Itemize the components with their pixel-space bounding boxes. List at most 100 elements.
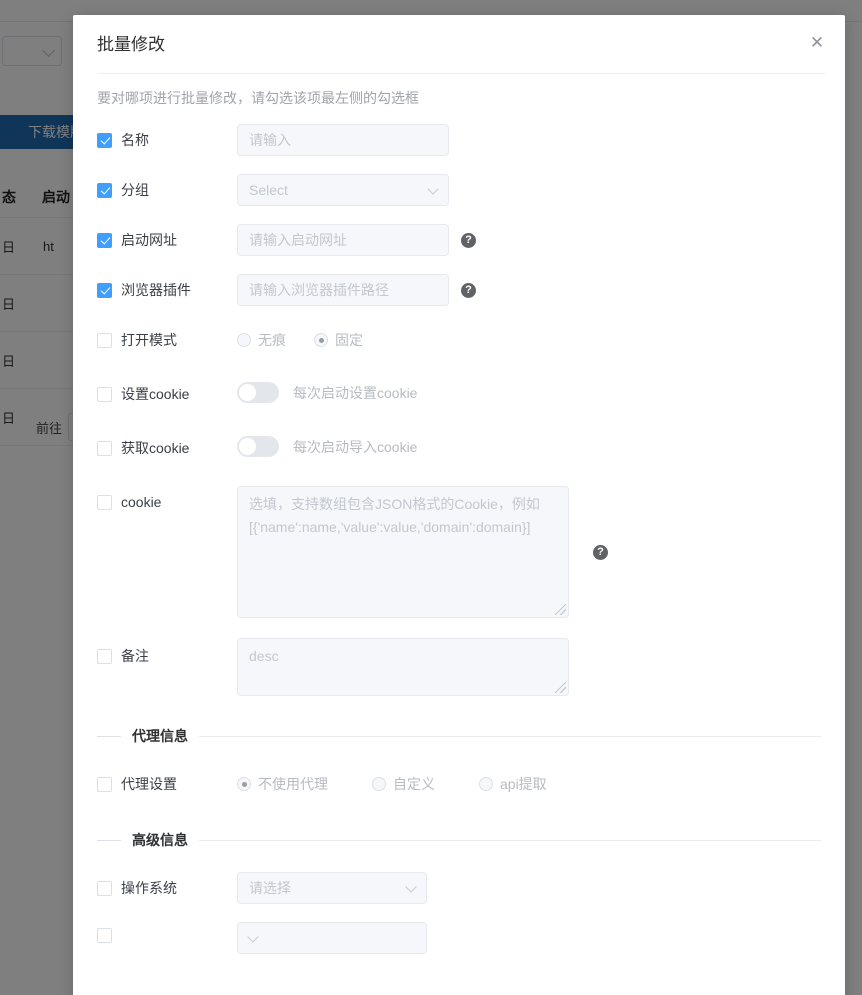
divider-line-left — [97, 840, 121, 841]
toggle-label: 每次启动设置cookie — [293, 383, 417, 403]
field-row-start-url: 启动网址 请输入启动网址 ? — [97, 224, 821, 256]
browser-plugin-input[interactable]: 请输入浏览器插件路径 — [237, 274, 449, 306]
section-title: 代理信息 — [132, 726, 188, 746]
field-control: 请输入启动网址 ? — [237, 224, 476, 256]
dialog-title: 批量修改 — [97, 33, 825, 57]
field-label-group: 获取cookie — [97, 432, 237, 458]
field-label: 启动网址 — [121, 230, 177, 250]
field-label: 分组 — [121, 180, 149, 200]
divider-line-left — [97, 736, 121, 737]
radio-proxy-api[interactable]: api提取 — [479, 774, 547, 794]
checkbox-group[interactable] — [97, 183, 112, 198]
close-icon[interactable]: ✕ — [805, 31, 829, 55]
field-control: 无痕 固定 — [237, 324, 363, 350]
checkbox-remark[interactable] — [97, 649, 112, 664]
radio-open-mode-incognito[interactable]: 无痕 — [237, 330, 286, 350]
field-label: 名称 — [121, 130, 149, 150]
field-control: 选填，支持数组包含JSON格式的Cookie，例如[{'name':name,'… — [237, 486, 608, 618]
field-control: 不使用代理 自定义 api提取 — [237, 768, 547, 794]
radio-label: 自定义 — [393, 774, 435, 794]
divider-line-right — [199, 736, 821, 737]
field-row-name: 名称 请输入 — [97, 124, 821, 156]
radio-dot — [237, 777, 251, 791]
partial-select[interactable] — [237, 922, 427, 954]
field-row-partial — [97, 922, 821, 954]
field-row-cookie: cookie 选填，支持数组包含JSON格式的Cookie，例如[{'name'… — [97, 486, 821, 618]
radio-label: 不使用代理 — [258, 774, 328, 794]
dialog-header: 批量修改 ✕ — [73, 15, 845, 74]
checkbox-proxy-setting[interactable] — [97, 777, 112, 792]
field-control: 每次启动导入cookie — [237, 432, 417, 457]
radio-open-mode-fixed[interactable]: 固定 — [314, 330, 363, 350]
field-row-open-mode: 打开模式 无痕 固定 — [97, 324, 821, 356]
radio-proxy-none[interactable]: 不使用代理 — [237, 774, 328, 794]
radio-dot — [479, 777, 493, 791]
help-icon[interactable]: ? — [461, 233, 476, 248]
header-divider — [97, 73, 825, 74]
field-label-group: 名称 — [97, 124, 237, 150]
checkbox-cookie[interactable] — [97, 495, 112, 510]
start-url-input[interactable]: 请输入启动网址 — [237, 224, 449, 256]
checkbox-browser-plugin[interactable] — [97, 283, 112, 298]
group-select[interactable]: Select — [237, 174, 449, 206]
field-label: 浏览器插件 — [121, 280, 191, 300]
field-row-browser-plugin: 浏览器插件 请输入浏览器插件路径 ? — [97, 274, 821, 306]
chevron-down-icon — [247, 931, 258, 942]
screen: 下载模版 态 启动 日 ht 日 日 日 前往 — [0, 0, 862, 995]
dialog-subtitle: 要对哪项进行批量修改，请勾选该项最左侧的勾选框 — [73, 74, 845, 108]
field-control — [237, 922, 427, 954]
field-label-group: 打开模式 — [97, 324, 237, 350]
help-icon[interactable]: ? — [461, 283, 476, 298]
checkbox-open-mode[interactable] — [97, 333, 112, 348]
field-label-group: 分组 — [97, 174, 237, 200]
field-row-proxy-setting: 代理设置 不使用代理 自定义 api提取 — [97, 768, 821, 800]
cookie-textarea[interactable]: 选填，支持数组包含JSON格式的Cookie，例如[{'name':name,'… — [237, 486, 569, 618]
field-label-group: 设置cookie — [97, 378, 237, 404]
section-divider-proxy: 代理信息 — [97, 726, 821, 746]
field-control: 请输入浏览器插件路径 ? — [237, 274, 476, 306]
radio-dot — [237, 333, 251, 347]
group-select-value: Select — [249, 182, 288, 198]
checkbox-partial[interactable] — [97, 928, 112, 943]
field-control: 请选择 — [237, 872, 427, 904]
field-label: 备注 — [121, 646, 149, 666]
checkbox-os[interactable] — [97, 881, 112, 896]
field-label-group: 浏览器插件 — [97, 274, 237, 300]
os-select[interactable]: 请选择 — [237, 872, 427, 904]
radio-dot — [314, 333, 328, 347]
checkbox-start-url[interactable] — [97, 233, 112, 248]
field-label: 获取cookie — [121, 438, 189, 458]
section-divider-advanced: 高级信息 — [97, 830, 821, 850]
chevron-down-icon — [427, 183, 438, 194]
help-icon[interactable]: ? — [593, 545, 608, 560]
toggle-get-cookie[interactable] — [237, 436, 279, 457]
field-label: cookie — [121, 494, 161, 510]
remark-textarea[interactable]: desc — [237, 638, 569, 696]
field-label: 代理设置 — [121, 774, 177, 794]
field-row-set-cookie: 设置cookie 每次启动设置cookie — [97, 378, 821, 410]
batch-modify-dialog: 批量修改 ✕ 要对哪项进行批量修改，请勾选该项最左侧的勾选框 名称 请输入 — [73, 15, 845, 995]
checkbox-name[interactable] — [97, 133, 112, 148]
field-control: 每次启动设置cookie — [237, 378, 417, 403]
section-title: 高级信息 — [132, 830, 188, 850]
field-control: 请输入 — [237, 124, 449, 156]
radio-label: api提取 — [500, 774, 547, 794]
divider-line-right — [199, 840, 821, 841]
radio-proxy-custom[interactable]: 自定义 — [372, 774, 435, 794]
field-label: 设置cookie — [121, 384, 189, 404]
field-label-group: 启动网址 — [97, 224, 237, 250]
field-row-group: 分组 Select — [97, 174, 821, 206]
checkbox-set-cookie[interactable] — [97, 387, 112, 402]
field-control: desc — [237, 638, 569, 696]
radio-label: 无痕 — [258, 330, 286, 350]
field-row-remark: 备注 desc — [97, 638, 821, 696]
os-select-value: 请选择 — [249, 878, 291, 898]
toggle-set-cookie[interactable] — [237, 382, 279, 403]
checkbox-get-cookie[interactable] — [97, 441, 112, 456]
field-label-group: 代理设置 — [97, 768, 237, 794]
radio-label: 固定 — [335, 330, 363, 350]
toggle-label: 每次启动导入cookie — [293, 437, 417, 457]
name-input[interactable]: 请输入 — [237, 124, 449, 156]
field-control: Select — [237, 174, 449, 206]
chevron-down-icon — [405, 881, 416, 892]
